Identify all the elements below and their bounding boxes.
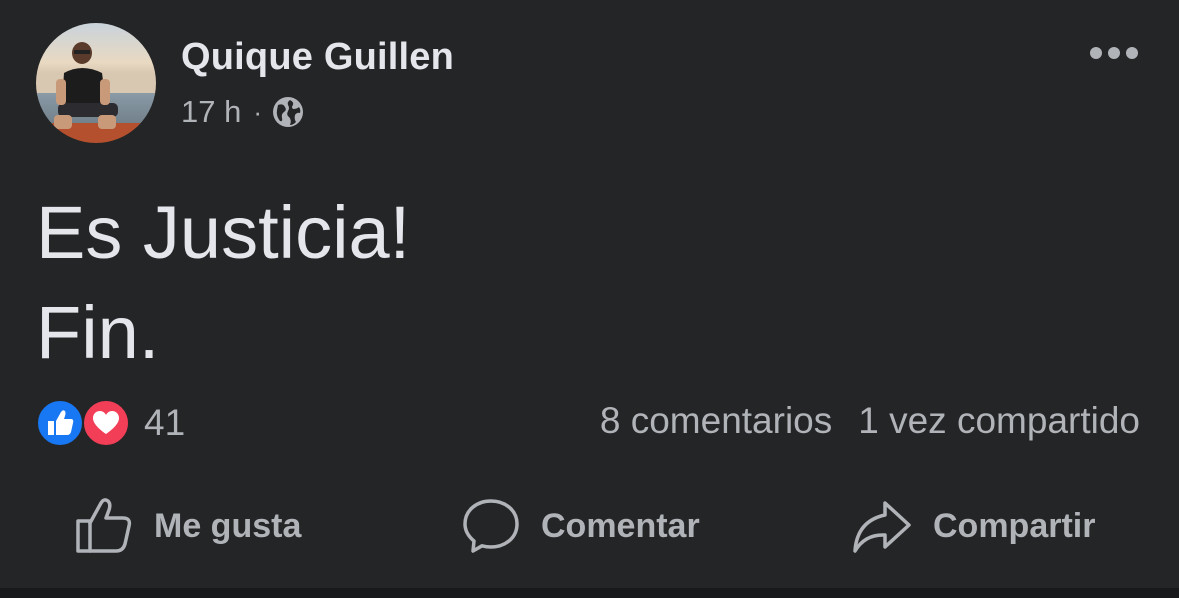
more-horizontal-icon [1090, 47, 1138, 59]
meta-separator: · [253, 96, 263, 127]
comment-label: Comentar [541, 506, 700, 545]
post-text-line: Es Justicia! [36, 191, 411, 274]
reactions-summary[interactable]: 41 [36, 399, 185, 447]
comment-bubble-icon [463, 499, 519, 553]
post-options-button[interactable] [1084, 38, 1144, 68]
post-meta: 17 h · [181, 94, 304, 130]
post-text-line: Fin. [36, 291, 160, 374]
post-timestamp[interactable]: 17 h [181, 94, 241, 130]
love-reaction-icon [82, 399, 130, 447]
comments-count[interactable]: 8 comentarios [600, 400, 832, 442]
like-reaction-icon [36, 399, 84, 447]
reaction-icons [36, 399, 132, 447]
share-arrow-icon [853, 501, 911, 553]
share-button[interactable]: Compartir [851, 494, 1095, 558]
avatar-photo [36, 23, 156, 143]
engagement-counts: 8 comentarios 1 vez compartido [600, 400, 1140, 442]
feed-separator [0, 588, 1179, 598]
like-label: Me gusta [154, 506, 302, 545]
reaction-count: 41 [144, 402, 186, 443]
thumbs-up-icon [76, 498, 132, 553]
author-name[interactable]: Quique Guillen [181, 36, 454, 79]
comment-button[interactable]: Comentar [461, 494, 700, 558]
share-label: Compartir [933, 506, 1096, 545]
like-button[interactable]: Me gusta [74, 494, 301, 558]
author-avatar[interactable] [36, 23, 156, 143]
globe-icon [272, 96, 304, 128]
shares-count[interactable]: 1 vez compartido [858, 400, 1140, 442]
post-card: Quique Guillen 17 h · Es Justicia! Fin. [0, 0, 1179, 588]
post-text: Es Justicia! Fin. [36, 183, 410, 383]
